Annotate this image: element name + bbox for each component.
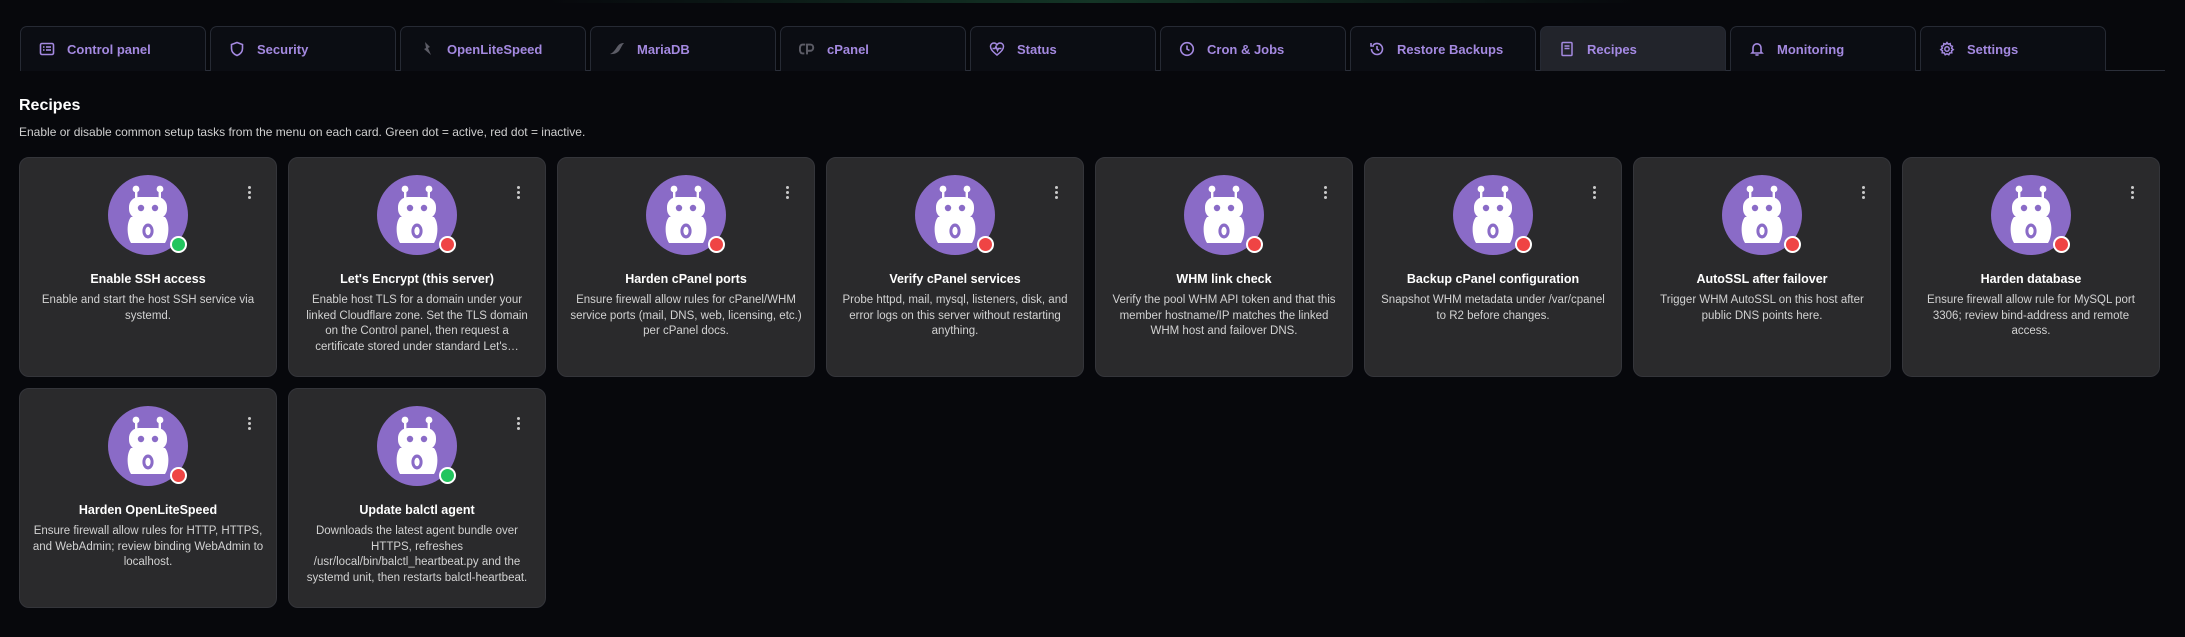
- tab-label: Settings: [1967, 41, 2019, 57]
- tab-label: OpenLiteSpeed: [447, 41, 543, 57]
- tab-label: MariaDB: [637, 41, 690, 57]
- kebab-menu-icon[interactable]: [780, 182, 794, 202]
- tab-label: Status: [1017, 41, 1057, 57]
- tab-control-panel[interactable]: Control panel: [20, 26, 206, 71]
- kebab-menu-icon[interactable]: [242, 182, 256, 202]
- cpanel-icon: [799, 41, 815, 57]
- status-dot: [1784, 236, 1801, 253]
- book-icon: [1559, 41, 1575, 57]
- recipe-title: Enable SSH access: [90, 272, 206, 286]
- recipe-title: Verify cPanel services: [889, 272, 1021, 286]
- status-dot: [170, 236, 187, 253]
- tab-label: Restore Backups: [1397, 41, 1504, 57]
- tab-label: Monitoring: [1777, 41, 1845, 57]
- kebab-menu-icon[interactable]: [1587, 182, 1601, 202]
- status-dot: [439, 467, 456, 484]
- tab-settings[interactable]: Settings: [1920, 26, 2106, 71]
- recipe-description: Downloads the latest agent bundle over H…: [306, 525, 528, 584]
- recipe-title: WHM link check: [1176, 272, 1272, 286]
- recipe-card: AutoSSL after failover Trigger WHM AutoSS…: [1633, 157, 1891, 377]
- kebab-menu-icon[interactable]: [511, 182, 525, 202]
- tab-bar: Control panel Security OpenLiteSpeed MariaD…: [20, 26, 2165, 71]
- recipe-description: Ensure firewall allow rules for cPanel/W…: [570, 294, 802, 337]
- status-dot: [1515, 236, 1532, 253]
- tab-monitoring[interactable]: Monitoring: [1730, 26, 1916, 71]
- recipe-description: Ensure firewall allow rules for HTTP, HT…: [32, 525, 264, 568]
- tab-recipes[interactable]: Recipes: [1540, 26, 1726, 71]
- status-dot: [170, 467, 187, 484]
- recipe-title: Harden cPanel ports: [625, 272, 747, 286]
- recipe-description: Ensure firewall allow rule for MySQL por…: [1927, 294, 2135, 337]
- tab-label: Control panel: [67, 41, 151, 57]
- recipe-avatar: [1184, 175, 1264, 255]
- tab-status[interactable]: Status: [970, 26, 1156, 71]
- recipe-description: Trigger WHM AutoSSL on this host after p…: [1660, 294, 1864, 322]
- page-subtitle: Enable or disable common setup tasks fro…: [19, 125, 586, 139]
- recipe-description: Enable host TLS for a domain under your …: [306, 294, 528, 353]
- tab-security[interactable]: Security: [210, 26, 396, 71]
- recipe-description: Probe httpd, mail, mysql, listeners, dis…: [842, 294, 1068, 337]
- control-panel-icon: [39, 41, 55, 57]
- bell-icon: [1749, 41, 1765, 57]
- tab-openlitespeed[interactable]: OpenLiteSpeed: [400, 26, 586, 71]
- recipe-card: WHM link check Verify the pool WHM API to…: [1095, 157, 1353, 377]
- kebab-menu-icon[interactable]: [242, 413, 256, 433]
- tab-label: cPanel: [827, 41, 869, 57]
- kebab-menu-icon[interactable]: [1049, 182, 1063, 202]
- clock-icon: [1179, 41, 1195, 57]
- page-title: Recipes: [19, 97, 81, 114]
- tab-mariadb[interactable]: MariaDB: [590, 26, 776, 71]
- recipe-avatar: [108, 406, 188, 486]
- recipe-avatar: [1991, 175, 2071, 255]
- recipe-avatar: [377, 175, 457, 255]
- status-dot: [1246, 236, 1263, 253]
- recipe-description: Enable and start the host SSH service vi…: [41, 294, 255, 322]
- recipe-card: Harden cPanel ports Ensure firewall allow…: [557, 157, 815, 377]
- recipe-card: Update balctl agent Downloads the latest …: [288, 388, 546, 608]
- recipe-title: Let's Encrypt (this server): [340, 272, 494, 286]
- tab-label: Security: [257, 41, 309, 57]
- recipe-title: Harden database: [1980, 272, 2082, 286]
- recipe-avatar: [646, 175, 726, 255]
- tab-label: Cron & Jobs: [1207, 41, 1285, 57]
- recipe-card: Harden database Ensure firewall allow rul…: [1902, 157, 2160, 377]
- tab-cron-jobs[interactable]: Cron & Jobs: [1160, 26, 1346, 71]
- tab-cpanel[interactable]: cPanel: [780, 26, 966, 71]
- recipe-card: Verify cPanel services Probe httpd, mail,…: [826, 157, 1084, 377]
- kebab-menu-icon[interactable]: [2125, 182, 2139, 202]
- openlitespeed-icon: [419, 41, 435, 57]
- tab-label: Recipes: [1587, 41, 1637, 57]
- status-dot: [439, 236, 456, 253]
- gear-icon: [1939, 41, 1955, 57]
- history-icon: [1369, 41, 1385, 57]
- recipe-card: Harden OpenLiteSpeed Ensure firewall allo…: [19, 388, 277, 608]
- recipe-grid: Enable SSH access Enable and start the ho…: [19, 157, 2169, 608]
- recipe-title: Harden OpenLiteSpeed: [78, 503, 218, 517]
- recipe-title: Backup cPanel configuration: [1406, 272, 1580, 286]
- recipe-card: Enable SSH access Enable and start the ho…: [19, 157, 277, 377]
- recipe-avatar: [1722, 175, 1802, 255]
- recipe-description: Verify the pool WHM API token and that t…: [1112, 294, 1336, 337]
- recipe-card: Let's Encrypt (this server) Enable host T…: [288, 157, 546, 377]
- tab-restore-backups[interactable]: Restore Backups: [1350, 26, 1536, 71]
- kebab-menu-icon[interactable]: [511, 413, 525, 433]
- recipe-title: AutoSSL after failover: [1696, 272, 1828, 286]
- shield-icon: [229, 41, 245, 57]
- recipe-title: Update balctl agent: [359, 503, 475, 517]
- recipe-avatar: [915, 175, 995, 255]
- recipe-card: Backup cPanel configuration Snapshot WHM …: [1364, 157, 1622, 377]
- recipe-avatar: [377, 406, 457, 486]
- top-accent-line: [0, 0, 2185, 3]
- status-dot: [977, 236, 994, 253]
- heart-pulse-icon: [989, 41, 1005, 57]
- recipe-description: Snapshot WHM metadata under /var/cpanel …: [1381, 294, 1605, 322]
- mariadb-icon: [609, 41, 625, 57]
- status-dot: [708, 236, 725, 253]
- kebab-menu-icon[interactable]: [1856, 182, 1870, 202]
- recipe-avatar: [108, 175, 188, 255]
- recipe-avatar: [1453, 175, 1533, 255]
- kebab-menu-icon[interactable]: [1318, 182, 1332, 202]
- status-dot: [2053, 236, 2070, 253]
